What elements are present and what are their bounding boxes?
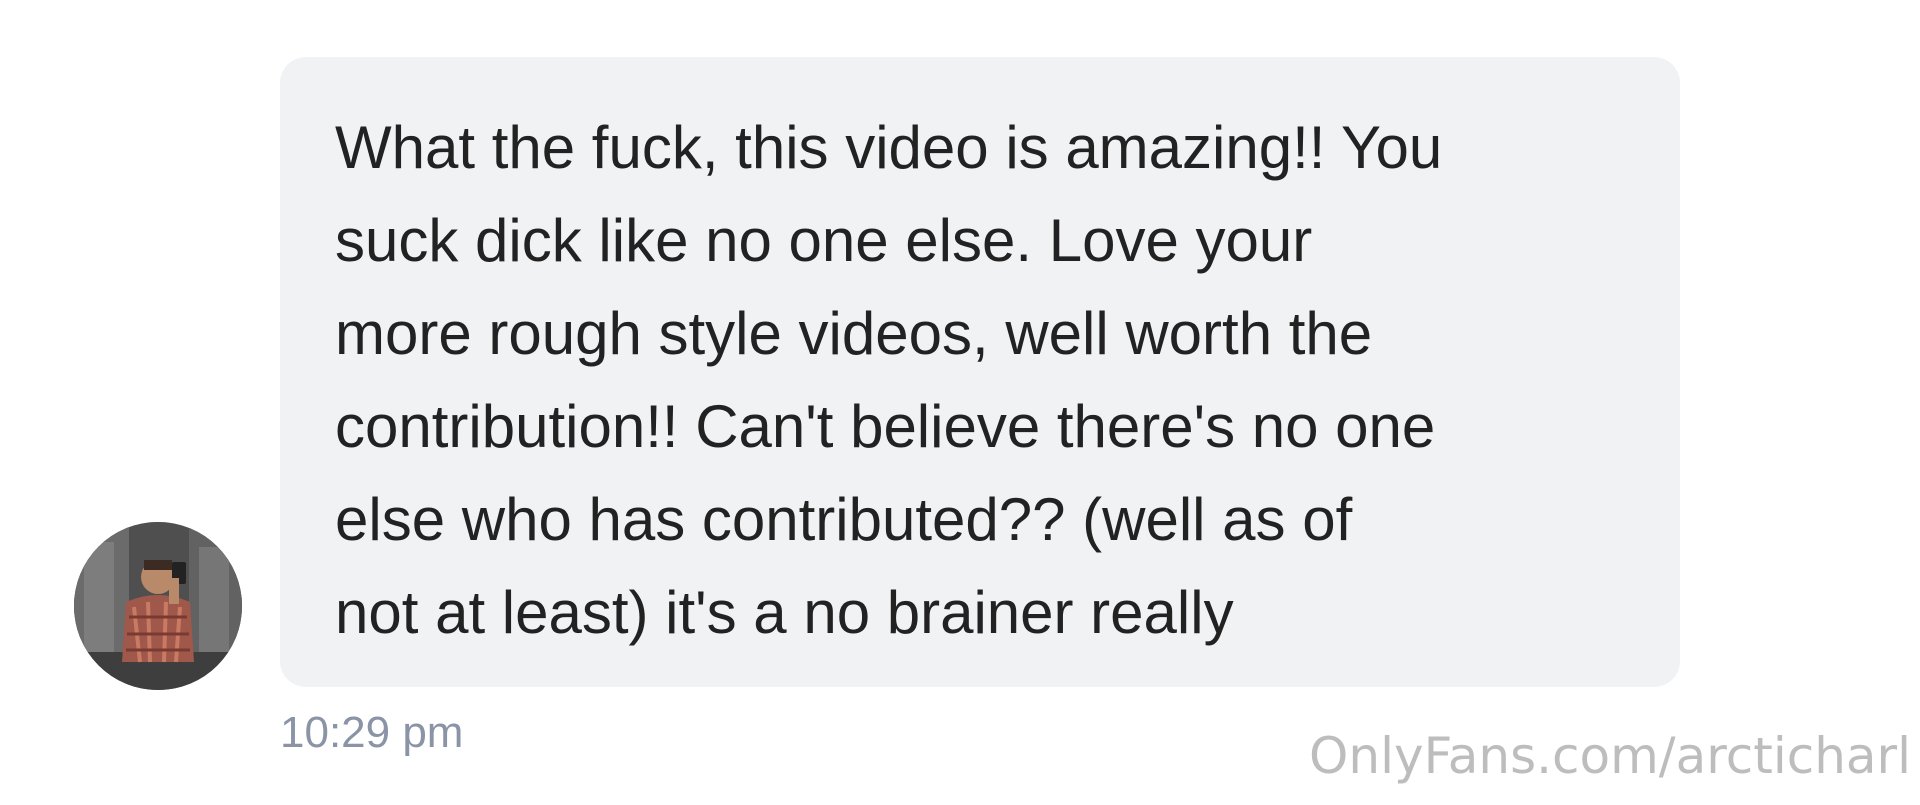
- sender-avatar[interactable]: [74, 522, 242, 690]
- watermark-text: OnlyFans.com/arcticharl: [1309, 727, 1911, 785]
- user-photo-avatar-icon: [74, 522, 242, 690]
- message-bubble: What the fuck, this video is amazing!! Y…: [280, 57, 1680, 687]
- message-text: What the fuck, this video is amazing!! Y…: [335, 114, 1443, 646]
- chat-message-row: What the fuck, this video is amazing!! Y…: [0, 0, 1920, 805]
- message-timestamp: 10:29 pm: [280, 708, 464, 757]
